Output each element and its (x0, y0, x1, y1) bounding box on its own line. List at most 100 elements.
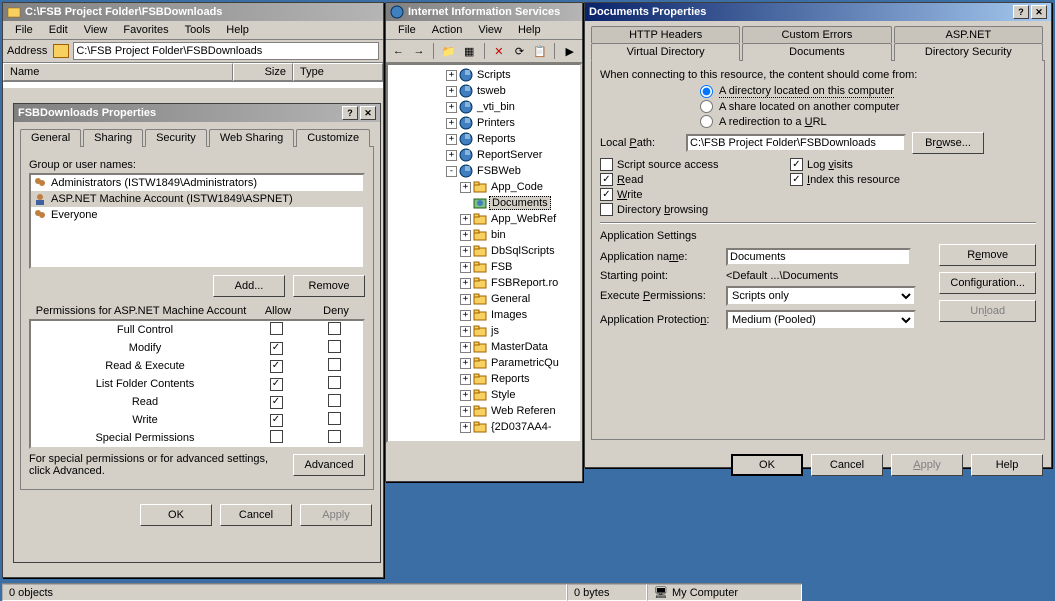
menu-file[interactable]: File (7, 22, 41, 38)
tab-sharing[interactable]: Sharing (83, 129, 143, 147)
ok-button[interactable]: OK (140, 504, 212, 526)
tree-label[interactable]: Web Referen (489, 405, 558, 417)
tree-node[interactable]: +App_Code (390, 179, 578, 195)
radio-redirect[interactable]: A redirection to a URL (700, 115, 1036, 128)
chk-index[interactable]: Index this resource (790, 173, 970, 186)
tree-node[interactable]: + ParametricQu (390, 355, 578, 371)
tree-node[interactable]: +bin (390, 227, 578, 243)
browse-button[interactable]: Browse... (912, 132, 984, 154)
tree-node[interactable]: + Web Referen (390, 403, 578, 419)
ok-button[interactable]: OK (731, 454, 803, 476)
expand-icon[interactable]: + (446, 118, 457, 129)
secprop-titlebar[interactable]: FSBDownloads Properties ? ✕ (14, 104, 380, 122)
chk-read[interactable]: Read (600, 173, 780, 186)
expand-icon[interactable]: + (460, 342, 471, 353)
tab-virtual-directory[interactable]: Virtual Directory (591, 43, 740, 61)
expand-icon[interactable]: + (460, 422, 471, 433)
tab-security[interactable]: Security (145, 129, 207, 147)
tree-label[interactable]: FSBWeb (475, 165, 523, 177)
tree-label[interactable]: tsweb (475, 85, 508, 97)
col-size[interactable]: Size (233, 63, 293, 81)
user-row[interactable]: Administrators (ISTW1849\Administrators) (31, 175, 363, 191)
exec-perm-select[interactable]: Scripts only (726, 286, 916, 306)
tree-label[interactable]: Style (489, 389, 517, 401)
start-icon[interactable]: ▶ (561, 42, 578, 60)
tree-node[interactable]: + DbSqlScripts (390, 243, 578, 259)
user-row[interactable]: Everyone (31, 207, 363, 223)
expand-icon[interactable]: + (446, 102, 457, 113)
col-name[interactable]: Name (3, 63, 233, 81)
expand-icon[interactable]: + (460, 406, 471, 417)
menu-file[interactable]: File (390, 22, 424, 38)
tree-node[interactable]: +Printers (390, 115, 578, 131)
explorer-titlebar[interactable]: C:\FSB Project Folder\FSBDownloads (3, 3, 383, 21)
allow-checkbox[interactable] (270, 414, 283, 427)
tab-websharing[interactable]: Web Sharing (209, 129, 294, 147)
tree-label[interactable]: App_Code (489, 181, 545, 193)
user-row[interactable]: ASP.NET Machine Account (ISTW1849\ASPNET… (31, 191, 363, 207)
tree-label[interactable]: General (489, 293, 532, 305)
menu-help[interactable]: Help (218, 22, 257, 38)
file-list[interactable] (3, 82, 383, 88)
menu-tools[interactable]: Tools (177, 22, 219, 38)
radio-input[interactable] (700, 100, 713, 113)
expand-icon[interactable]: + (460, 358, 471, 369)
tab-customize[interactable]: Customize (296, 129, 370, 147)
deny-checkbox[interactable] (328, 376, 341, 389)
tree-node[interactable]: -FSBWeb (390, 163, 578, 179)
expand-icon[interactable]: + (460, 246, 471, 257)
menu-action[interactable]: Action (424, 22, 471, 38)
allow-checkbox[interactable] (270, 378, 283, 391)
users-listbox[interactable]: Administrators (ISTW1849\Administrators)… (29, 173, 365, 269)
refresh-icon[interactable]: ⟳ (511, 42, 528, 60)
remove-button[interactable]: Remove (293, 275, 365, 297)
allow-checkbox[interactable] (270, 430, 283, 443)
delete-icon[interactable]: ✕ (490, 42, 507, 60)
expand-icon[interactable]: + (446, 134, 457, 145)
forward-icon[interactable]: → (411, 42, 428, 60)
remove-app-button[interactable]: Remove (939, 244, 1036, 266)
deny-checkbox[interactable] (328, 322, 341, 335)
allow-checkbox[interactable] (270, 396, 283, 409)
tab-http-headers[interactable]: HTTP Headers (591, 26, 740, 43)
allow-checkbox[interactable] (270, 342, 283, 355)
tree-node[interactable]: +js (390, 323, 578, 339)
tree-node[interactable]: +General (390, 291, 578, 307)
apply-button[interactable]: Apply (891, 454, 963, 476)
chk-write[interactable]: Write (600, 188, 780, 201)
deny-checkbox[interactable] (328, 430, 341, 443)
tree-label[interactable]: ParametricQu (489, 357, 561, 369)
close-button[interactable]: ✕ (1031, 5, 1047, 19)
tab-custom-errors[interactable]: Custom Errors (742, 26, 891, 43)
tree-label[interactable]: {2D037AA4- (489, 421, 554, 433)
tree-label[interactable]: Scripts (475, 69, 513, 81)
tree-label[interactable]: js (489, 325, 501, 337)
expand-icon[interactable]: + (460, 374, 471, 385)
help-button[interactable]: ? (342, 106, 358, 120)
allow-checkbox[interactable] (270, 360, 283, 373)
deny-checkbox[interactable] (328, 412, 341, 425)
tab-documents[interactable]: Documents (742, 43, 891, 61)
tree-node[interactable]: +FSB (390, 259, 578, 275)
deny-checkbox[interactable] (328, 394, 341, 407)
tree-label[interactable]: DbSqlScripts (489, 245, 557, 257)
add-button[interactable]: Add... (213, 275, 285, 297)
tree-node[interactable]: +MasterData (390, 339, 578, 355)
tree-label[interactable]: Reports (489, 373, 532, 385)
tree-node[interactable]: +tsweb (390, 83, 578, 99)
expand-icon[interactable]: + (446, 70, 457, 81)
tree-node[interactable]: +Images (390, 307, 578, 323)
col-type[interactable]: Type (293, 63, 383, 81)
apply-button[interactable]: Apply (300, 504, 372, 526)
address-input[interactable] (73, 42, 379, 60)
tree-label[interactable]: FSB (489, 261, 514, 273)
local-path-input[interactable] (686, 134, 906, 152)
advanced-button[interactable]: Advanced (293, 454, 365, 476)
cancel-button[interactable]: Cancel (220, 504, 292, 526)
up-icon[interactable]: 📁 (440, 42, 457, 60)
tab-directory-security[interactable]: Directory Security (894, 43, 1043, 61)
docprop-titlebar[interactable]: Documents Properties ? ✕ (585, 3, 1051, 21)
menu-favorites[interactable]: Favorites (115, 22, 176, 38)
tree-node[interactable]: Documents (390, 195, 578, 211)
tree-node[interactable]: +ReportServer (390, 147, 578, 163)
